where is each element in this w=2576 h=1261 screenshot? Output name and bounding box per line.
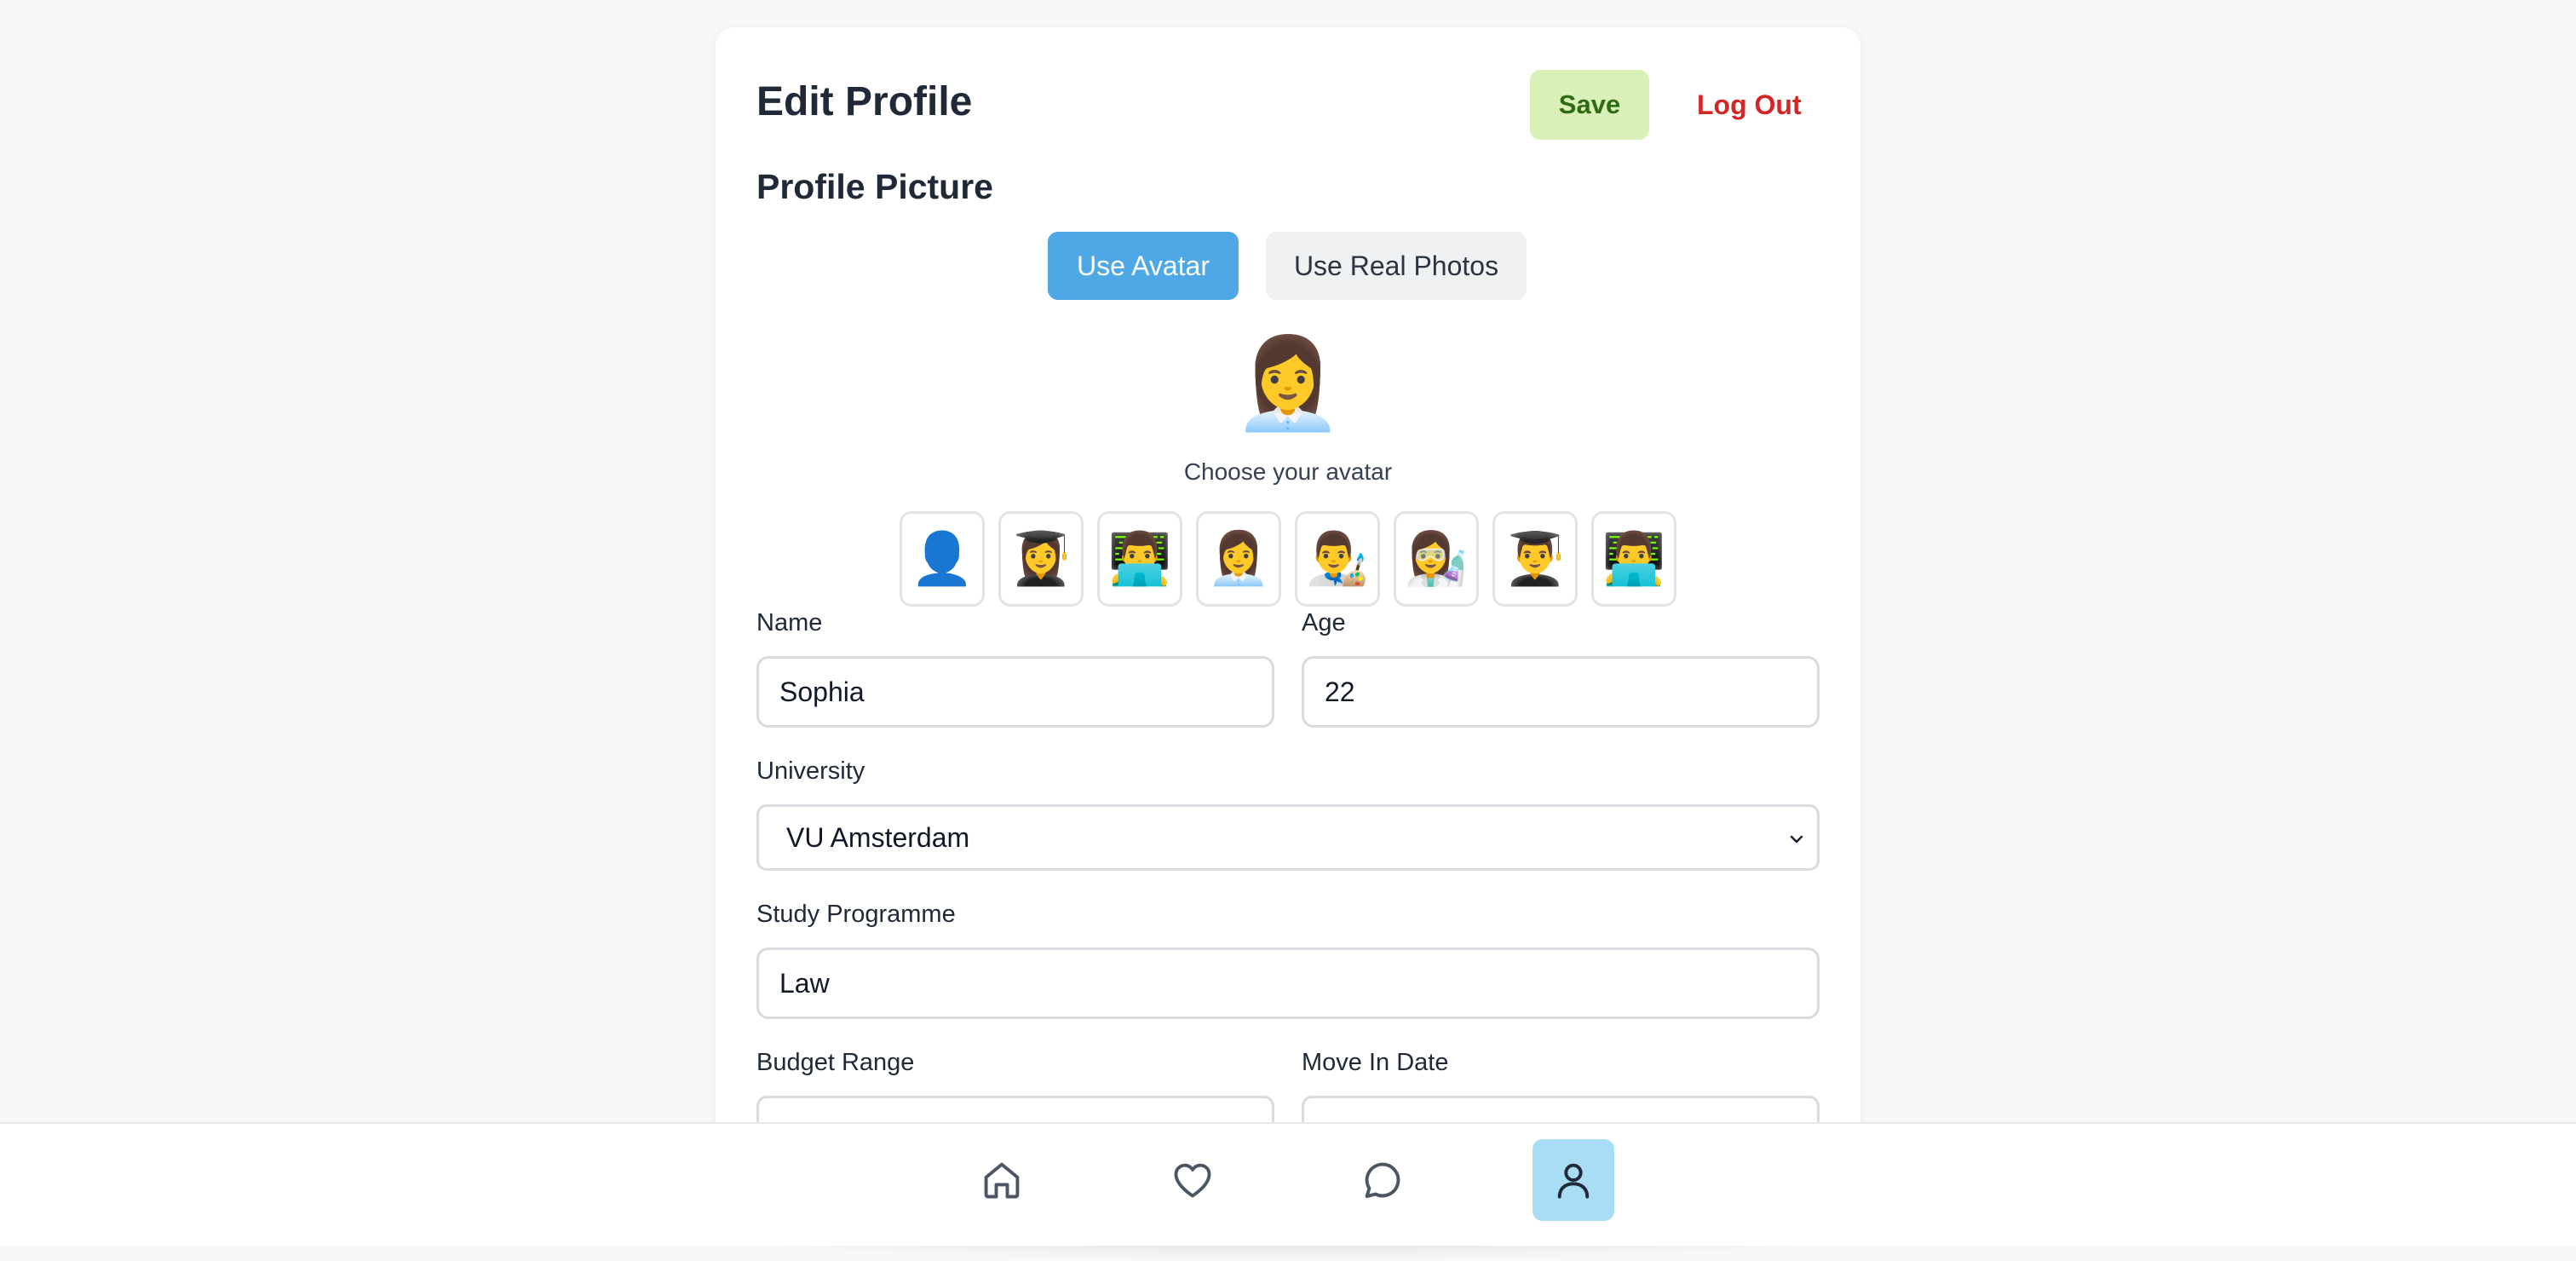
nav-profile[interactable] [1532,1139,1614,1221]
profile-picture-title: Profile Picture [756,167,993,206]
logout-button[interactable]: Log Out [1678,70,1849,140]
nav-home[interactable] [961,1139,1043,1221]
budget-range-label: Budget Range [756,1049,915,1076]
name-label: Name [756,609,823,636]
avatar-option-woman-scientist[interactable]: 👩‍🔬 [1394,511,1479,607]
avatar-option-man-artist[interactable]: 👨‍🎨 [1295,511,1380,607]
nav-favorites[interactable] [1152,1139,1233,1221]
university-value: VU Amsterdam [786,821,970,853]
avatar-option-man-technologist[interactable]: 👨‍💻 [1097,511,1182,607]
nav-messages[interactable] [1342,1139,1423,1221]
chevron-down-icon [1790,835,1803,844]
user-icon [1557,1163,1590,1199]
avatar-options: 👤 👩‍🎓 👨‍💻 👩‍💼 👨‍🎨 👩‍🔬 👨‍🎓 👨‍💻 [900,511,1676,607]
avatar-option-man-student[interactable]: 👨‍🎓 [1492,511,1578,607]
avatar-option-man-technologist-2[interactable]: 👨‍💻 [1591,511,1676,607]
study-programme-input[interactable] [756,947,1820,1019]
use-real-photos-button[interactable]: Use Real Photos [1266,232,1527,300]
study-programme-label: Study Programme [756,901,956,928]
save-button[interactable]: Save [1530,70,1649,140]
heart-icon [1174,1163,1211,1198]
choose-avatar-label: Choose your avatar [1183,458,1393,485]
page-title: Edit Profile [756,79,973,124]
bottom-nav [0,1122,2576,1246]
age-input[interactable] [1302,656,1820,728]
selected-avatar: 👩‍💼 [1233,335,1343,434]
age-label: Age [1302,609,1346,636]
move-in-date-label: Move In Date [1302,1049,1449,1076]
name-input[interactable] [756,656,1274,728]
use-avatar-button[interactable]: Use Avatar [1048,232,1239,300]
avatar-option-woman-office-worker[interactable]: 👩‍💼 [1196,511,1281,607]
avatar-option-person[interactable]: 👤 [900,511,985,607]
home-icon [984,1162,1020,1199]
chat-icon [1365,1162,1400,1199]
edit-profile-card: Edit Profile Save Log Out Profile Pictur… [716,27,1860,1220]
avatar-option-woman-student[interactable]: 👩‍🎓 [998,511,1084,607]
university-select[interactable]: VU Amsterdam [756,804,1820,871]
university-label: University [756,757,865,785]
